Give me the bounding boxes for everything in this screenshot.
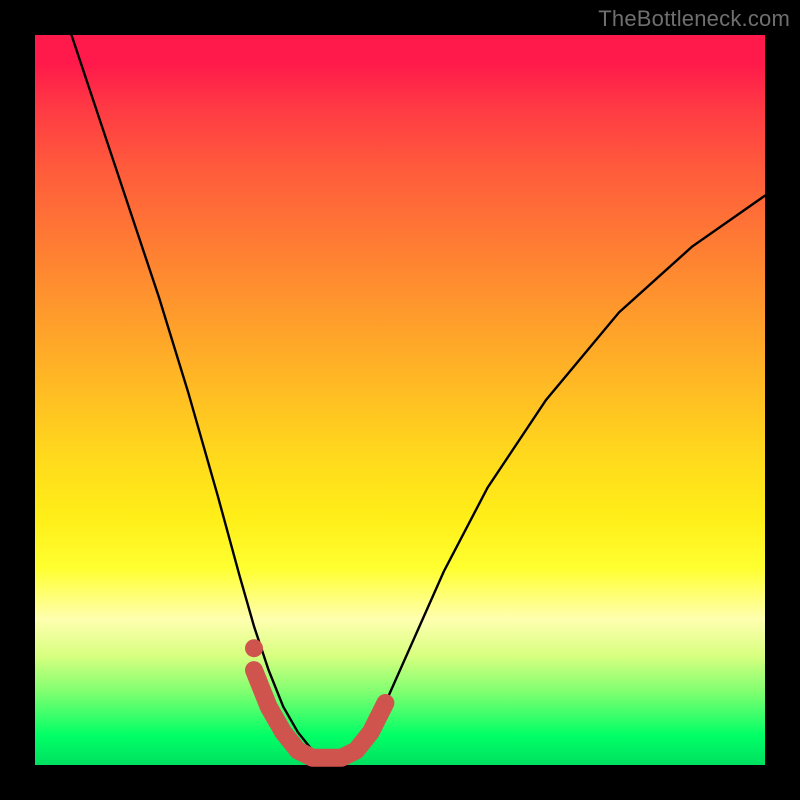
- bottleneck-curve: [72, 35, 766, 758]
- chart-frame: TheBottleneck.com: [0, 0, 800, 800]
- watermark-text: TheBottleneck.com: [598, 6, 790, 32]
- highlight-start-dot: [245, 639, 263, 657]
- plot-area: [35, 35, 765, 765]
- chart-svg: [35, 35, 765, 765]
